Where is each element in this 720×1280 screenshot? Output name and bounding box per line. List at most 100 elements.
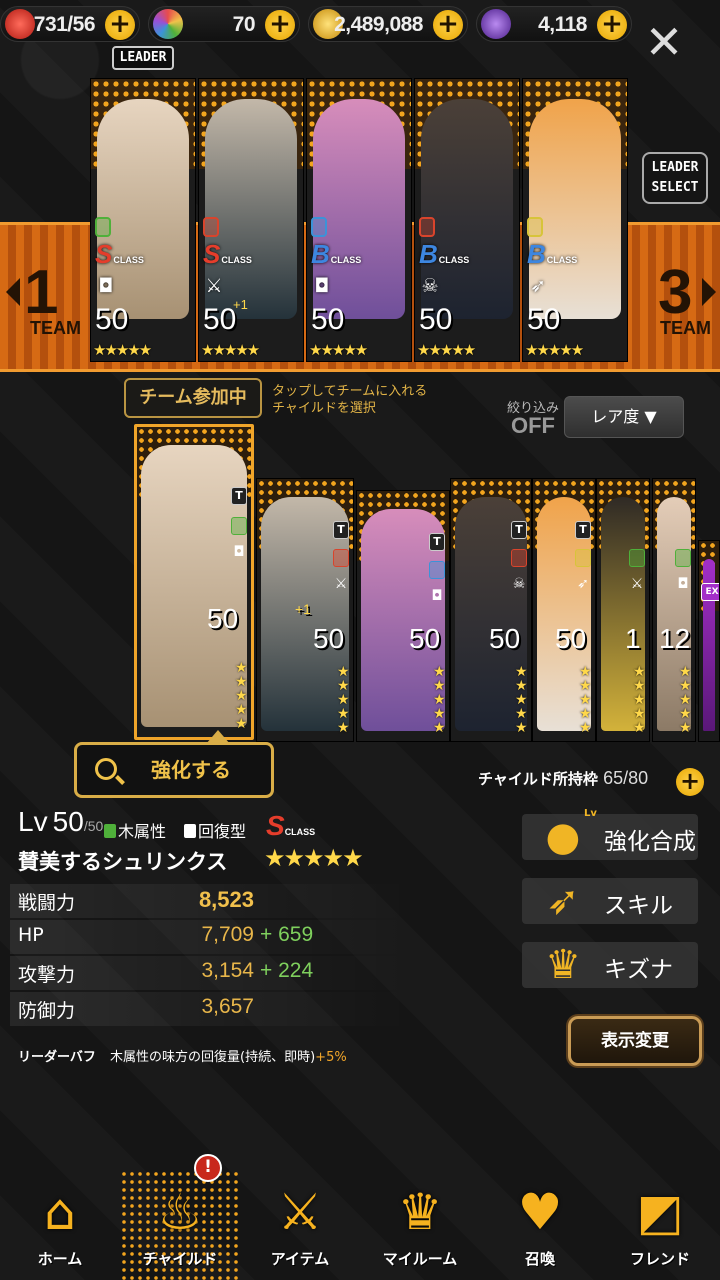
rarity-stars: ★★★★★ <box>417 341 476 359</box>
stat-row-power: 戦闘力 8,523 <box>10 884 410 918</box>
team-slot-card[interactable]: BCLASS ◘ 50 ★★★★★ <box>306 78 412 362</box>
type-icon: ⚔ <box>205 275 223 297</box>
nav-label: 召喚 <box>524 1250 555 1268</box>
class-badge: BCLASS <box>527 239 578 269</box>
level-value: 50 <box>95 303 129 336</box>
role-text: 回復型 <box>198 822 247 841</box>
roster-child-card[interactable]: T ◘ 50 ★ ★ ★ ★ ★ <box>356 490 450 742</box>
next-team-number[interactable]: 3 <box>658 262 692 324</box>
level-value: 50 <box>52 806 84 837</box>
element-icon <box>629 549 645 567</box>
friend-shield-icon: ◩ <box>636 1183 684 1241</box>
stat-value: 3,657 <box>201 995 254 1018</box>
sort-rarity-dropdown[interactable]: レア度 ▼ <box>564 396 684 438</box>
enhance-button[interactable]: 強化する <box>74 742 274 798</box>
add-stamina-button[interactable]: + <box>105 10 135 40</box>
sword-shield-icon: ⚔ <box>277 1183 323 1241</box>
child-name: 賛美するシュリンクス <box>18 850 228 874</box>
class-letter: S <box>266 810 285 841</box>
add-capacity-button[interactable]: + <box>676 768 704 796</box>
team-slot-card[interactable]: BCLASS ➶ 50 ★★★★★ <box>522 78 628 362</box>
type-icon: ◘ <box>677 576 689 592</box>
roster-child-card[interactable]: T ⚔ 50 +1 ★ ★ ★ ★ ★ <box>256 478 354 742</box>
class-badge: SCLASS <box>203 239 252 269</box>
type-icon: ➶ <box>577 576 589 592</box>
type-icon: ☠ <box>512 576 526 592</box>
bond-label: キズナ <box>604 957 673 983</box>
nav-item[interactable]: ⌂ ホーム <box>0 1170 120 1280</box>
add-gem-button[interactable]: + <box>265 10 295 40</box>
roster-child-card[interactable]: ⚔ 1 ★ ★ ★ ★ ★ <box>596 478 650 742</box>
child-flame-icon: ♨ <box>157 1183 203 1241</box>
rarity-stars: ★★★★★ <box>579 664 592 736</box>
element-icon <box>527 217 543 237</box>
stat-bonus: + 659 <box>260 923 314 946</box>
view-change-button[interactable]: 表示変更 <box>568 1016 702 1066</box>
hint-line-1: タップしてチームに入れる <box>272 384 428 399</box>
class-letter: S <box>203 239 221 269</box>
currency-bar: 731/56 + 70 + 2,489,088 + 4,118 + <box>0 0 720 48</box>
close-icon[interactable]: ✕ <box>642 19 686 66</box>
element-icon <box>95 217 111 237</box>
nav-item[interactable]: ◩ フレンド <box>600 1170 720 1280</box>
nav-label: アイテム <box>270 1250 330 1268</box>
element-icon <box>203 217 219 237</box>
type-icon: ⚔ <box>334 576 348 592</box>
magnifier-icon <box>95 758 117 780</box>
bond-button[interactable]: ♛ キズナ <box>522 942 698 988</box>
team-badge: EX <box>701 583 719 601</box>
stat-bonus: + 224 <box>260 959 314 982</box>
roster-child-card[interactable]: T ➶ 50 ★ ★ ★ ★ ★ <box>532 478 596 742</box>
nav-item[interactable]: ⚔ アイテム <box>240 1170 360 1280</box>
class-badge: BCLASS <box>311 239 362 269</box>
stat-row-defense: 防御力 3,657 <box>10 992 410 1026</box>
enhance-fusion-button[interactable]: ● Lv 強化合成 <box>522 808 698 860</box>
in-team-label[interactable]: チーム参加中 <box>124 378 262 418</box>
rainbow-gem-icon <box>153 9 183 39</box>
team-badge: T <box>511 521 527 539</box>
roster-child-card[interactable]: EX <box>698 540 720 742</box>
nav-label: ホーム <box>37 1250 83 1268</box>
roster-child-card[interactable]: T ☠ 50 ★ ★ ★ ★ ★ <box>450 478 532 742</box>
stat-value: 8,523 <box>198 887 254 912</box>
capacity-value: 65/80 <box>603 768 649 788</box>
nav-item[interactable]: ♨ チャイルド <box>120 1170 240 1280</box>
crystal-value: 4,118 <box>538 13 587 36</box>
team-badge: T <box>575 521 591 539</box>
gold-value: 2,489,088 <box>334 13 423 36</box>
prev-team-label[interactable]: TEAM <box>30 318 81 339</box>
element-icon <box>675 549 691 567</box>
filter-state[interactable]: OFF <box>504 413 562 439</box>
gem-counter: 70 + <box>148 6 300 42</box>
team-slot-card[interactable]: SCLASS ⚔ 50 +1 ★★★★★ <box>198 78 304 362</box>
level-line: Lv 50/50 <box>18 806 103 840</box>
next-team-label[interactable]: TEAM <box>660 318 711 339</box>
wood-attribute-icon <box>104 824 116 838</box>
leader-select-button[interactable]: LEADER SELECT <box>642 152 708 204</box>
gold-counter: 2,489,088 + <box>308 6 468 42</box>
stat-label: 戦闘力 <box>18 892 76 914</box>
nav-item[interactable]: ♥ 召喚 <box>480 1170 600 1280</box>
type-icon: ◘ <box>314 275 330 297</box>
add-gold-button[interactable]: + <box>433 10 463 40</box>
rarity-stars: ★★★★★ <box>309 341 368 359</box>
gem-value: 70 <box>232 13 256 36</box>
type-icon: ☠ <box>421 275 439 297</box>
element-icon <box>333 549 349 567</box>
home-icon: ⌂ <box>44 1183 76 1241</box>
skill-label: スキル <box>604 893 673 919</box>
level-value: 50 <box>489 623 521 654</box>
next-team-arrow-icon[interactable] <box>702 278 716 306</box>
prev-team-number[interactable]: 1 <box>24 262 58 324</box>
prev-team-arrow-icon[interactable] <box>6 278 20 306</box>
class-letter: B <box>311 239 330 269</box>
nav-item[interactable]: ♛ マイルーム <box>360 1170 480 1280</box>
team-slot-card[interactable]: SCLASS ◘ 50 ★★★★★ <box>90 78 196 362</box>
add-crystal-button[interactable]: + <box>597 10 627 40</box>
rarity-stars: ★★★★★ <box>633 664 646 736</box>
selected-child-frame <box>134 424 254 740</box>
child-capacity: チャイルド所持枠 65/80 <box>478 768 648 789</box>
team-slot-card[interactable]: BCLASS ☠ 50 ★★★★★ <box>414 78 520 362</box>
skill-button[interactable]: ➶ スキル <box>522 878 698 924</box>
roster-child-card[interactable]: ◘ 12 ★ ★ ★ ★ ★ <box>652 478 696 742</box>
